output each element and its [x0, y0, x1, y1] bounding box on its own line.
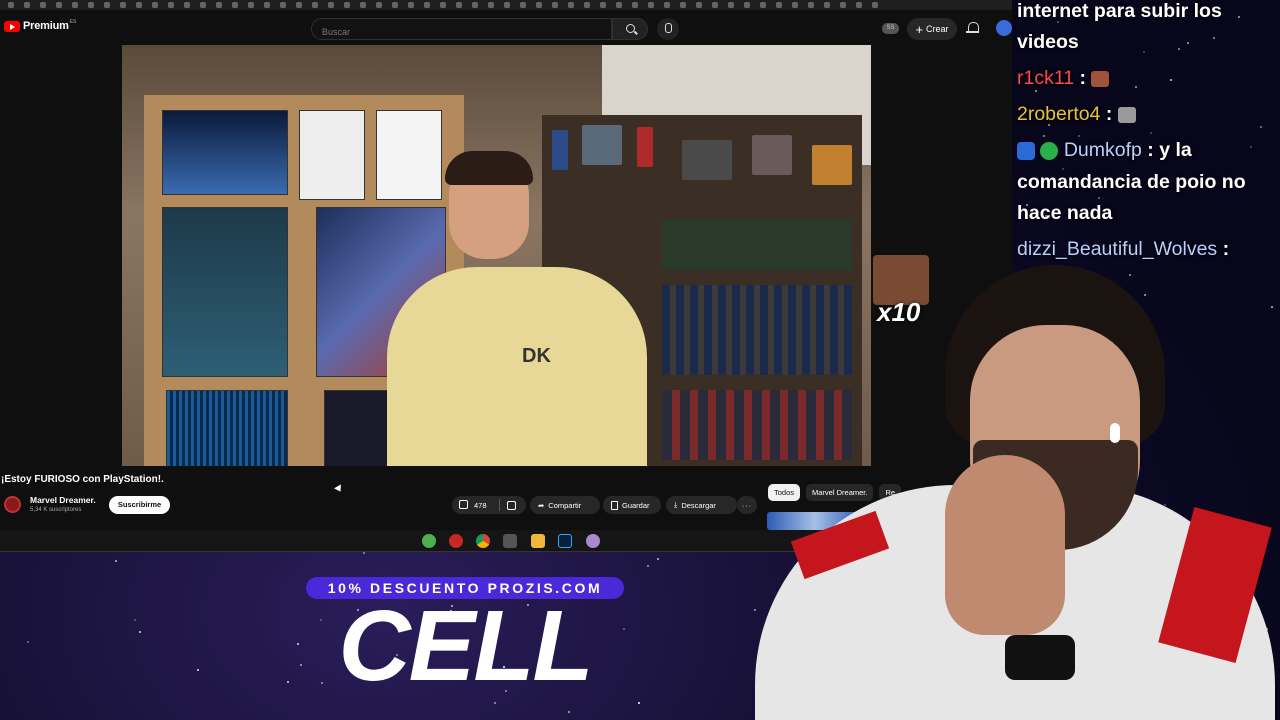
- star: [287, 681, 290, 684]
- jersey-stripe: [790, 510, 890, 580]
- bookmark-icon: [611, 500, 618, 510]
- chat-text: : y la: [1147, 139, 1192, 161]
- star: [197, 669, 200, 672]
- streamer-hand: [945, 455, 1065, 635]
- folder-icon[interactable]: [531, 534, 545, 548]
- star: [362, 552, 365, 554]
- presenter-shirt: [387, 267, 647, 466]
- plus-icon: +: [915, 21, 924, 37]
- chat-text: :: [1105, 103, 1113, 125]
- save-label: Guardar: [622, 500, 650, 510]
- app-icon[interactable]: [449, 534, 463, 548]
- streamer-webcam: [715, 255, 1280, 720]
- poster: [299, 110, 365, 200]
- bookmarks-bar: [0, 0, 1012, 10]
- star: [300, 663, 303, 666]
- create-label: Crear: [926, 24, 949, 34]
- chat-username[interactable]: Dumkofp: [1064, 139, 1142, 161]
- like-dislike-button[interactable]: 478: [452, 496, 526, 514]
- search-icon[interactable]: [612, 18, 648, 40]
- chat-line: Dumkofp : y la: [1017, 134, 1192, 166]
- emote-icon: [1117, 106, 1136, 123]
- microphone-icon[interactable]: [657, 18, 679, 40]
- app-icon[interactable]: [586, 534, 600, 548]
- chat-text: hace nada: [1017, 202, 1113, 224]
- figure: [682, 140, 732, 180]
- app-icon[interactable]: [422, 534, 436, 548]
- star: [297, 642, 300, 645]
- search-box[interactable]: [311, 18, 612, 40]
- shirt-logo: DK: [522, 345, 551, 367]
- subscribe-button[interactable]: Suscribirme: [109, 496, 170, 514]
- subscriber-count: 5,34 K suscriptores: [30, 507, 82, 513]
- badge-icon: [1017, 141, 1035, 160]
- chat-line: comandancia de poio no: [1017, 166, 1246, 198]
- create-button[interactable]: + Crear: [907, 18, 957, 40]
- emote-popup: x10: [873, 255, 929, 327]
- star: [26, 641, 29, 644]
- star: [133, 619, 136, 622]
- download-icon: ⤓: [674, 500, 678, 509]
- like-count: 478: [474, 500, 487, 510]
- download-label: Descargar: [681, 500, 716, 510]
- chat-text: comandancia de poio no: [1017, 171, 1246, 193]
- chat-username[interactable]: r1ck11: [1017, 67, 1074, 89]
- emote-icon: [1091, 70, 1110, 87]
- chat-line: internet para subir los: [1017, 0, 1222, 27]
- video-title: ¡Estoy FURIOSO con PlayStation!.: [1, 474, 164, 485]
- brand-label: Premium: [23, 20, 69, 32]
- chrome-icon[interactable]: [476, 534, 490, 548]
- chat-line: videos: [1017, 26, 1079, 58]
- poster: [166, 390, 288, 466]
- chat-line: r1ck11 :: [1017, 62, 1110, 94]
- chat-text: internet para subir los: [1017, 0, 1222, 22]
- poster: [162, 207, 288, 377]
- figure: [752, 135, 792, 175]
- brand-region: ES: [69, 19, 77, 25]
- star: [637, 702, 640, 705]
- jersey-stripe: [1158, 507, 1272, 663]
- user-avatar[interactable]: [996, 20, 1012, 36]
- app-icon[interactable]: [503, 534, 517, 548]
- channel-avatar[interactable]: [4, 496, 21, 513]
- video-presenter: DK: [387, 151, 647, 466]
- channel-name[interactable]: Marvel Dreamer.: [30, 495, 96, 505]
- thumbs-up-icon: [459, 500, 468, 509]
- star: [567, 710, 570, 713]
- star: [139, 631, 142, 634]
- search-input[interactable]: [322, 27, 601, 37]
- account-badge[interactable]: SS: [882, 23, 899, 34]
- star: [647, 565, 650, 568]
- share-button[interactable]: ➦ Compartir: [530, 496, 600, 514]
- share-label: Compartir: [548, 500, 582, 510]
- badge-icon: [1040, 141, 1059, 160]
- sponsor-code: CELL: [338, 590, 593, 702]
- star: [493, 702, 496, 705]
- presenter-hair: [445, 151, 533, 185]
- save-button[interactable]: Guardar: [603, 496, 661, 514]
- youtube-logo[interactable]: Premium ES: [4, 19, 77, 32]
- share-icon: ➦: [538, 500, 545, 510]
- earbud: [1110, 423, 1120, 443]
- youtube-header: Premium ES SS + Crear: [0, 12, 1012, 44]
- smartwatch: [1005, 635, 1075, 680]
- thumbs-down-icon[interactable]: [507, 501, 516, 510]
- photoshop-icon[interactable]: [558, 534, 572, 548]
- chat-line: 2roberto4 :: [1017, 98, 1136, 130]
- stream-chat: internet para subir los videos r1ck11 : …: [1012, 0, 1280, 270]
- figure: [812, 145, 852, 185]
- chat-username[interactable]: 2roberto4: [1017, 103, 1100, 125]
- poster: [162, 110, 288, 195]
- divider: [499, 499, 500, 511]
- chat-text: videos: [1017, 31, 1079, 53]
- youtube-play-icon: [4, 20, 20, 32]
- bell-icon[interactable]: [966, 21, 979, 35]
- chat-line: hace nada: [1017, 197, 1112, 229]
- emote-multiplier: x10: [877, 297, 921, 327]
- chat-text: :: [1079, 67, 1087, 89]
- star: [657, 557, 660, 560]
- star: [115, 559, 118, 562]
